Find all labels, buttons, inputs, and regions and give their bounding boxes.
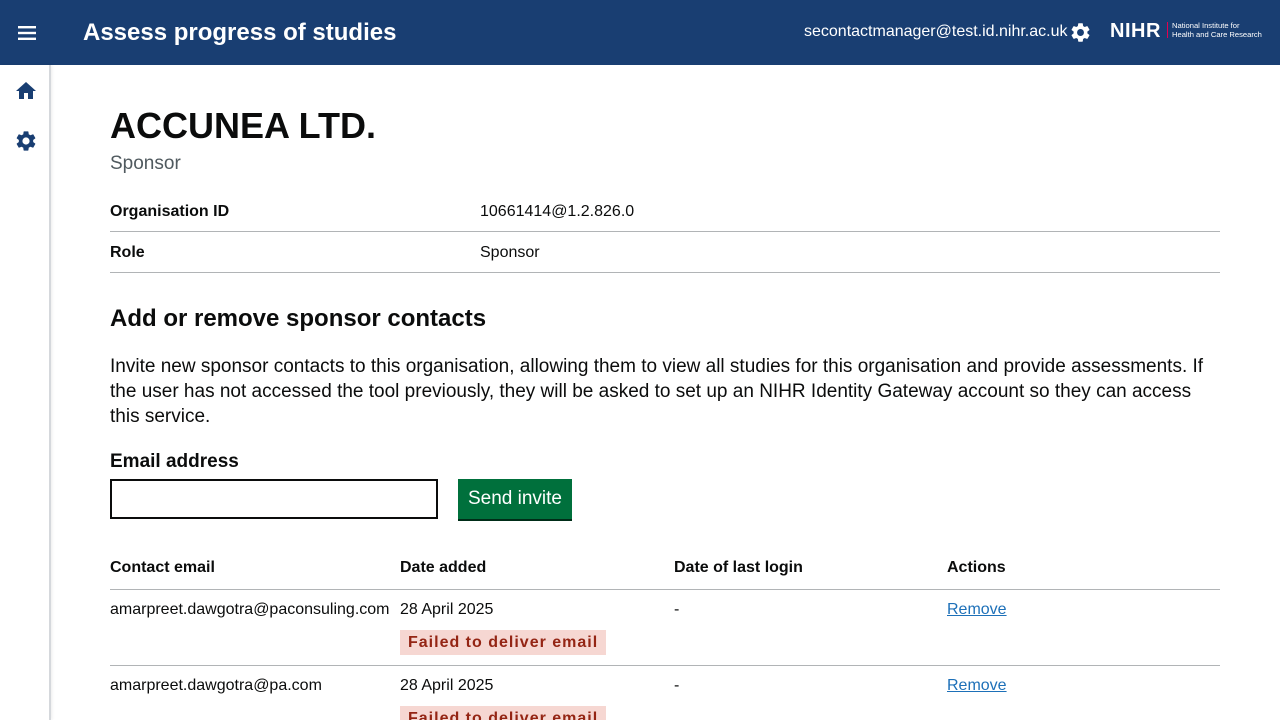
side-navigation — [0, 65, 51, 720]
last-login: - — [674, 677, 680, 694]
nihr-logo[interactable]: NIHR National Institute for Health and C… — [1110, 18, 1270, 44]
remove-link[interactable]: Remove — [947, 677, 1007, 695]
home-icon — [16, 82, 36, 99]
email-label: Email address — [110, 451, 239, 472]
column-header-contact-email: Contact email — [110, 559, 215, 576]
summary-row-organisation-id: Organisation ID 10661414@1.2.826.0 — [110, 191, 1220, 232]
summary-value: Sponsor — [480, 244, 540, 261]
send-invite-button[interactable]: Send invite — [458, 479, 572, 519]
date-added: 28 April 2025 — [400, 601, 494, 618]
column-header-date-added: Date added — [400, 559, 487, 576]
column-header-actions: Actions — [947, 559, 1006, 576]
table-row: amarpreet.dawgotra@paconsuling.com 28 Ap… — [110, 590, 1220, 666]
status-tag: Failed to deliver email — [400, 706, 607, 720]
date-added: 28 April 2025 — [400, 677, 494, 694]
contact-email: amarpreet.dawgotra@pa.com — [110, 677, 322, 694]
summary-row-role: Role Sponsor — [110, 232, 1220, 273]
header-settings-button[interactable] — [1069, 21, 1092, 44]
sidebar-item-home[interactable] — [14, 79, 38, 103]
page-title: ACCUNEA LTD. — [110, 105, 376, 146]
table-header-row: Contact email Date added Date of last lo… — [110, 556, 1220, 590]
logo-subtitle-line-1: National Institute for — [1172, 21, 1240, 30]
top-header-bar: Assess progress of studies secontactmana… — [0, 0, 1280, 65]
logo-divider — [1167, 22, 1168, 38]
section-heading: Add or remove sponsor contacts — [110, 305, 487, 332]
app-title[interactable]: Assess progress of studies — [83, 18, 396, 48]
email-input[interactable] — [110, 479, 438, 519]
summary-key: Organisation ID — [110, 203, 230, 220]
remove-link[interactable]: Remove — [947, 601, 1007, 619]
organisation-summary-list: Organisation ID 10661414@1.2.826.0 Role … — [110, 191, 1220, 273]
contacts-table: Contact email Date added Date of last lo… — [110, 556, 1220, 720]
user-email: secontactmanager@test.id.nihr.ac.uk — [804, 23, 1068, 40]
logo-wordmark: NIHR — [1110, 20, 1161, 42]
section-description: Invite new sponsor contacts to this orga… — [110, 356, 1204, 427]
logo-subtitle-line-2: Health and Care Research — [1172, 30, 1262, 39]
last-login: - — [674, 601, 680, 618]
contact-email: amarpreet.dawgotra@paconsuling.com — [110, 601, 390, 618]
gear-icon — [16, 131, 36, 151]
column-header-last-login: Date of last login — [674, 559, 803, 576]
menu-button[interactable] — [13, 20, 41, 46]
sidebar-item-settings[interactable] — [14, 129, 38, 153]
summary-key: Role — [110, 244, 145, 261]
menu-icon — [18, 26, 36, 40]
status-tag: Failed to deliver email — [400, 630, 607, 655]
page-caption: Sponsor — [110, 153, 181, 174]
summary-value: 10661414@1.2.826.0 — [480, 203, 635, 220]
logo-subtitle: National Institute for Health and Care R… — [1172, 21, 1262, 39]
gear-icon — [1071, 23, 1090, 42]
table-row: amarpreet.dawgotra@pa.com 28 April 2025 … — [110, 666, 1220, 720]
